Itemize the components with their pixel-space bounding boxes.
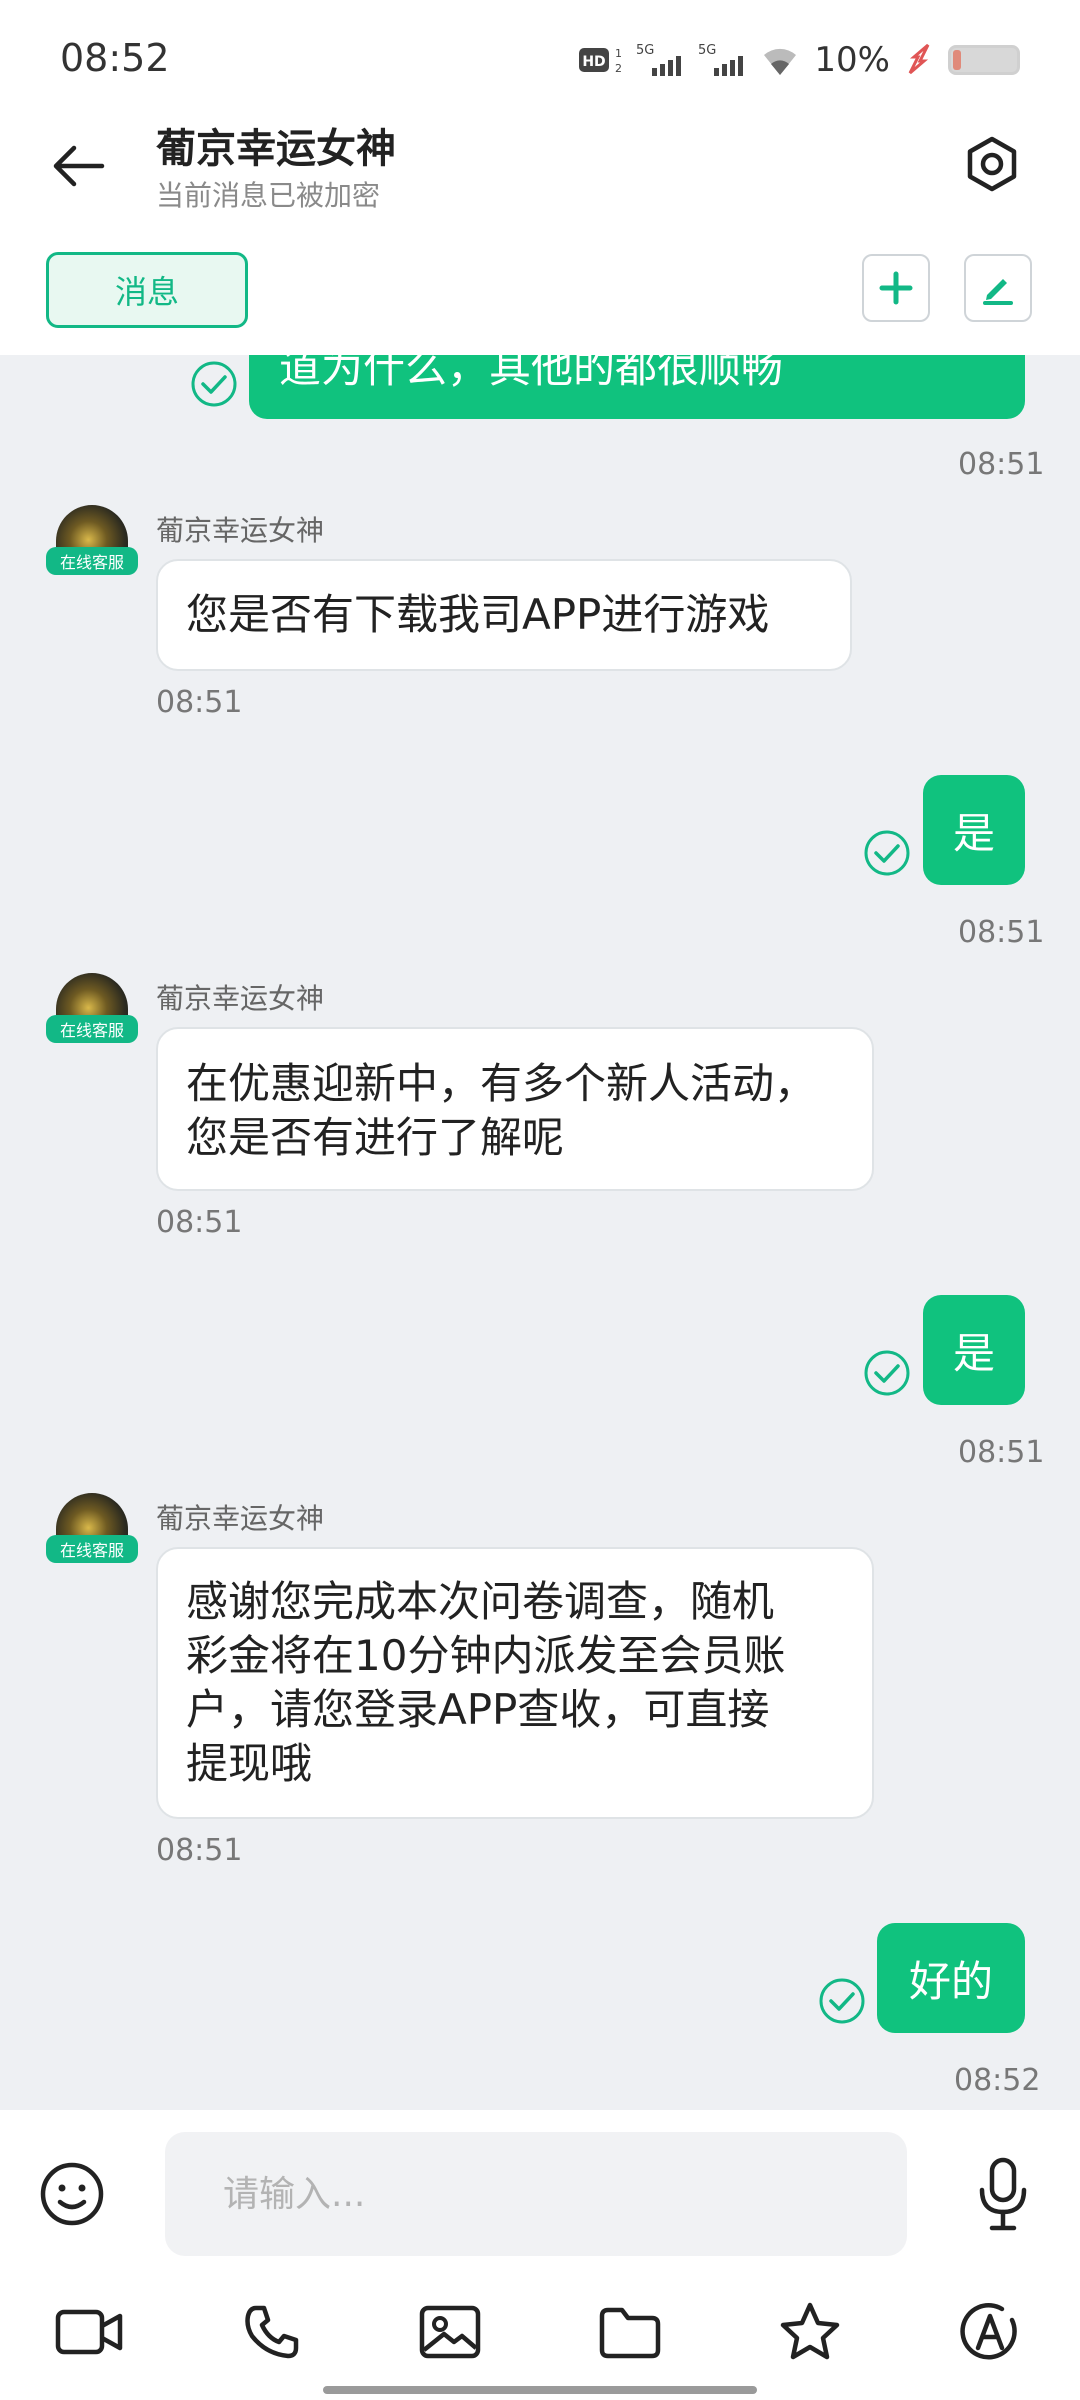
- low-battery-icon: [904, 43, 934, 77]
- message-time: 08:51: [156, 685, 243, 720]
- message-time: 08:51: [958, 1435, 1045, 1470]
- chat-header: 葡京幸运女神 当前消息已被加密: [0, 110, 1080, 240]
- sender-name: 葡京幸运女神: [156, 1502, 325, 1535]
- input-bar: [0, 2110, 1080, 2280]
- message-line: 在优惠迎新中，有多个新人活动，: [186, 1059, 817, 1108]
- status-time: 08:52: [60, 36, 170, 80]
- message-bubble-outgoing[interactable]: 好的: [877, 1923, 1025, 2033]
- battery-icon: [948, 45, 1020, 75]
- file-button[interactable]: [592, 2294, 668, 2370]
- online-service-badge: 在线客服: [46, 547, 138, 575]
- settings-button[interactable]: [952, 124, 1032, 204]
- star-icon: [780, 2302, 840, 2360]
- message-time: 08:51: [156, 1205, 243, 1240]
- wifi-icon: [760, 43, 800, 77]
- message-time: 08:51: [958, 915, 1045, 950]
- home-indicator[interactable]: [323, 2386, 757, 2394]
- message-bubble-outgoing[interactable]: 道为什么，其他的都很顺畅: [249, 355, 1025, 419]
- signal1-label: 5G: [636, 43, 654, 58]
- message-input[interactable]: [165, 2132, 907, 2256]
- phone-call-button[interactable]: [234, 2294, 310, 2370]
- phone-icon: [245, 2305, 299, 2359]
- message-line: 彩金将在10分钟内派发至会员账: [186, 1631, 786, 1680]
- message-text: 是: [952, 808, 995, 858]
- online-service-badge: 在线客服: [46, 1535, 138, 1563]
- font-style-button[interactable]: [952, 2294, 1028, 2370]
- message-line: 提现哦: [186, 1739, 313, 1788]
- message-text: 好的: [908, 1956, 993, 2006]
- svg-text:2: 2: [615, 62, 622, 75]
- page-title: 葡京幸运女神: [156, 126, 396, 172]
- image-icon: [419, 2305, 481, 2359]
- message-time: 08:51: [958, 447, 1045, 482]
- cell-signal-icon: 5G: [636, 40, 684, 80]
- font-a-icon: [960, 2303, 1017, 2360]
- page-subtitle: 当前消息已被加密: [156, 179, 381, 212]
- back-button[interactable]: [42, 130, 114, 202]
- message-text: 您是否有下载我司APP进行游戏: [186, 590, 770, 639]
- sender-name: 葡京幸运女神: [156, 514, 325, 547]
- image-button[interactable]: [412, 2294, 488, 2370]
- hexagon-gear-icon: [967, 136, 1017, 192]
- hd-label: HD: [583, 54, 606, 70]
- message-time: 08:51: [156, 1833, 243, 1868]
- video-camera-icon: [55, 2309, 123, 2355]
- plus-icon: [879, 271, 913, 305]
- cell-signal-icon: 5G: [698, 40, 746, 80]
- online-service-badge: 在线客服: [46, 1015, 138, 1043]
- message-line: 感谢您完成本次问卷调查，随机: [186, 1577, 775, 1626]
- message-bubble-incoming[interactable]: 感谢您完成本次问卷调查，随机 彩金将在10分钟内派发至会员账 户，请您登录APP…: [156, 1547, 874, 1819]
- smile-icon: [40, 2162, 104, 2226]
- status-icons: HD 1 2 5G 5G 10%: [578, 38, 1020, 82]
- pen-icon: [983, 279, 1013, 305]
- message-time: 08:52: [954, 2063, 1041, 2098]
- add-button[interactable]: [862, 254, 930, 322]
- message-text: 是: [952, 1328, 995, 1378]
- battery-percent: 10%: [814, 40, 890, 80]
- video-call-button[interactable]: [52, 2294, 128, 2370]
- message-line: 户，请您登录APP查收，可直接: [186, 1685, 770, 1734]
- message-bubble-incoming[interactable]: 在优惠迎新中，有多个新人活动， 您是否有进行了解呢: [156, 1027, 874, 1191]
- tab-messages[interactable]: 消息: [46, 252, 248, 328]
- arrow-left-icon: [53, 145, 105, 187]
- read-check-icon: [191, 361, 237, 407]
- message-bubble-outgoing[interactable]: 是: [923, 1295, 1025, 1405]
- tabs-row: 消息: [0, 240, 1080, 355]
- chat-area[interactable]: 道为什么，其他的都很顺畅 08:51 在线客服 葡京幸运女神 您是否有下载我司A…: [0, 355, 1080, 2110]
- read-check-icon: [864, 830, 910, 876]
- emoji-button[interactable]: [36, 2158, 108, 2230]
- attachment-toolbar: [0, 2280, 1080, 2400]
- edit-button[interactable]: [964, 254, 1032, 322]
- svg-text:1: 1: [615, 47, 622, 60]
- hd-icon: HD 1 2: [578, 44, 622, 76]
- message-line: 您是否有进行了解呢: [186, 1113, 565, 1162]
- favorite-button[interactable]: [772, 2294, 848, 2370]
- read-check-icon: [864, 1350, 910, 1396]
- sender-name: 葡京幸运女神: [156, 982, 325, 1015]
- signal2-label: 5G: [698, 43, 716, 58]
- status-bar: 08:52 HD 1 2 5G 5G 10%: [0, 0, 1080, 110]
- message-bubble-outgoing[interactable]: 是: [923, 775, 1025, 885]
- message-bubble-incoming[interactable]: 您是否有下载我司APP进行游戏: [156, 559, 852, 671]
- voice-button[interactable]: [968, 2154, 1038, 2234]
- message-text: 道为什么，其他的都很顺畅: [279, 355, 784, 392]
- folder-icon: [599, 2307, 661, 2359]
- microphone-icon: [979, 2157, 1027, 2231]
- read-check-icon: [819, 1978, 865, 2024]
